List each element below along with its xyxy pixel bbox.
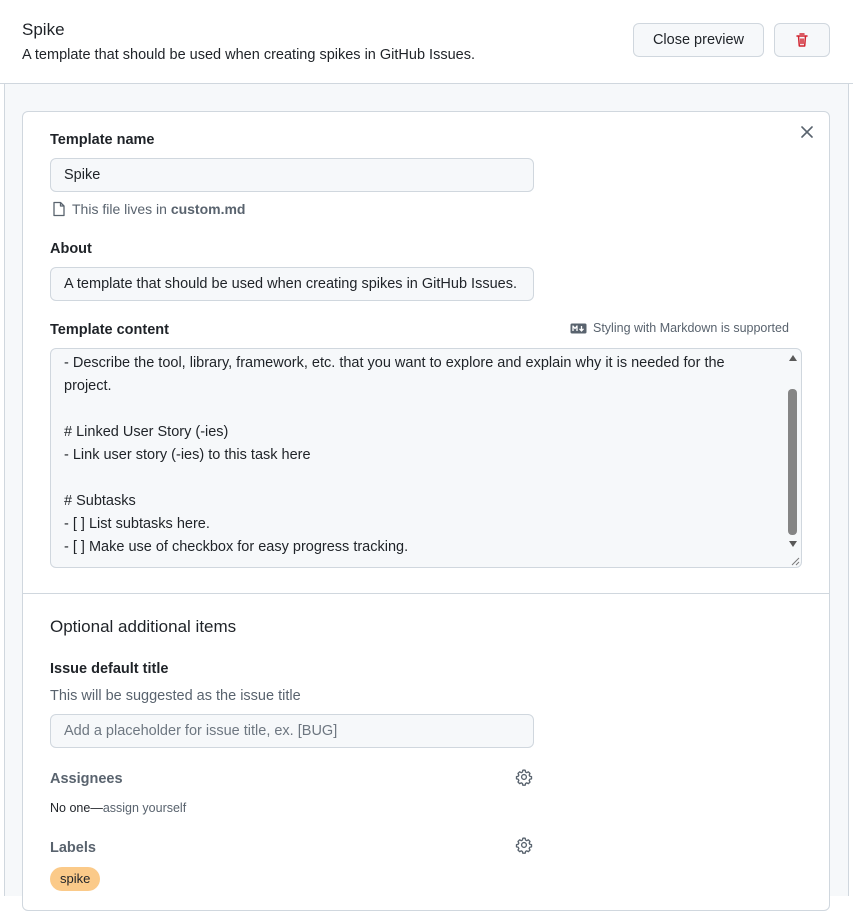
content-line: - Link user story (-ies) to this task he… xyxy=(64,447,311,463)
assignees-none: No one xyxy=(50,801,91,815)
gear-icon xyxy=(515,769,533,786)
template-name-label: Template name xyxy=(50,132,155,148)
close-preview-button[interactable]: Close preview xyxy=(633,23,764,57)
template-content-textarea[interactable]: - Describe the tool, library, framework,… xyxy=(50,348,802,568)
assignees-label: Assignees xyxy=(50,771,123,787)
textarea-scrollbar[interactable] xyxy=(787,351,799,551)
template-title: Spike xyxy=(22,20,65,39)
labels-settings-button[interactable] xyxy=(515,836,533,854)
template-content-text[interactable]: - Describe the tool, library, framework,… xyxy=(64,352,784,559)
content-line xyxy=(64,467,784,490)
label-chip-spike[interactable]: spike xyxy=(50,867,101,891)
template-content-label: Template content xyxy=(50,322,169,338)
markdown-note-text: Styling with Markdown is supported xyxy=(593,321,789,335)
gear-icon xyxy=(515,837,533,854)
issue-title-help: This will be suggested as the issue titl… xyxy=(50,688,301,704)
optional-section-title: Optional additional items xyxy=(50,617,237,636)
delete-template-button[interactable] xyxy=(774,23,830,57)
assignees-separator: — xyxy=(90,801,103,815)
content-line: - [ ] Make use of checkbox for easy prog… xyxy=(64,539,409,555)
close-editor-button[interactable] xyxy=(800,125,814,139)
file-note-text: This file lives in custom.md xyxy=(72,201,246,217)
scroll-thumb[interactable] xyxy=(788,389,797,535)
assign-yourself-link[interactable]: assign yourself xyxy=(103,801,186,815)
about-label: About xyxy=(50,241,92,257)
file-icon xyxy=(53,201,65,217)
content-line: # Subtasks xyxy=(64,493,136,509)
issue-title-input[interactable] xyxy=(50,714,534,748)
scroll-up-arrow-icon[interactable] xyxy=(789,355,797,361)
content-line: project. xyxy=(64,378,112,394)
about-input[interactable] xyxy=(50,267,534,301)
content-line: # Linked User Story (-ies) xyxy=(64,424,229,440)
content-line: - [ ] List subtasks here. xyxy=(64,516,210,532)
scroll-down-arrow-icon[interactable] xyxy=(789,541,797,547)
template-subtitle: A template that should be used when crea… xyxy=(22,47,475,63)
assignees-value: No one—assign yourself xyxy=(50,801,186,815)
markdown-icon xyxy=(570,323,587,333)
labels-label: Labels xyxy=(50,840,96,856)
template-name-input[interactable] xyxy=(50,158,534,192)
x-icon xyxy=(801,126,813,138)
content-line xyxy=(64,398,784,421)
assignees-settings-button[interactable] xyxy=(515,768,533,786)
issue-title-label: Issue default title xyxy=(50,661,169,677)
template-header: Spike A template that should be used whe… xyxy=(0,0,853,84)
markdown-support-note[interactable]: Styling with Markdown is supported xyxy=(570,321,789,335)
file-name: custom.md xyxy=(170,201,246,217)
resize-handle-icon[interactable] xyxy=(788,554,800,566)
trash-icon xyxy=(796,33,808,47)
file-note: This file lives in custom.md xyxy=(52,201,246,217)
section-divider xyxy=(23,593,829,594)
content-line: - Describe the tool, library, framework,… xyxy=(64,355,725,371)
file-note-prefix: This file lives in xyxy=(72,201,167,217)
